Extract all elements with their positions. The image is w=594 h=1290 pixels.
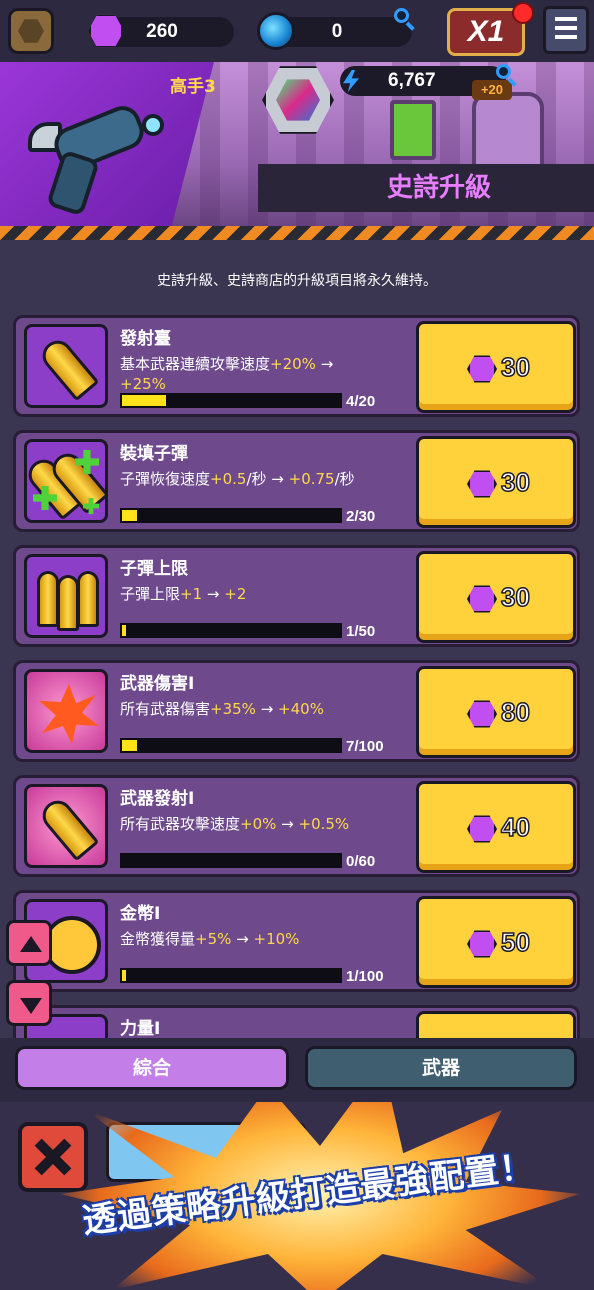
- tab-weapon[interactable]: 武器: [305, 1046, 577, 1090]
- upgrade-card: 力量I: [13, 1005, 580, 1040]
- gem-icon: [467, 470, 497, 498]
- top-bar: 260 0 X1: [0, 0, 594, 62]
- buy-upgrade-button[interactable]: 40: [416, 781, 576, 873]
- buy-upgrade-button[interactable]: 80: [416, 666, 576, 758]
- upgrade-name: 金幣I: [120, 904, 161, 924]
- upgrade-description: 基本武器連續攻擊速度+20% → +25%: [120, 355, 334, 393]
- category-tab-bar: 綜合 武器: [0, 1038, 594, 1102]
- upgrade-description: 金幣獲得量+5% → +10%: [120, 930, 300, 948]
- scroll-down-button[interactable]: [6, 980, 52, 1026]
- upgrade-progress-count: 4/20: [346, 393, 376, 410]
- upgrade-name: 武器發射I: [120, 789, 195, 809]
- tab-general[interactable]: 綜合: [15, 1046, 289, 1090]
- upgrade-progress-bar: [120, 393, 342, 408]
- upgrade-progress-bar: [120, 853, 342, 868]
- badge-icon: [18, 19, 44, 43]
- green-tank-decoration: [390, 100, 436, 160]
- gem-icon: [467, 930, 497, 958]
- upgrade-progress-count: 2/30: [346, 508, 376, 525]
- upgrade-description: 所有武器傷害+35% → +40%: [120, 700, 324, 718]
- profile-badge-button[interactable]: [8, 8, 54, 54]
- upgrade-card: 發射臺 基本武器連續攻擊速度+20% → +25% 4/20 30: [13, 315, 580, 417]
- upgrade-card: 金幣I 金幣獲得量+5% → +10% 1/100 50: [13, 890, 580, 992]
- damage-burst-icon: [24, 669, 108, 753]
- upgrade-name: 裝填子彈: [120, 444, 188, 464]
- arrow-down-icon: [20, 998, 42, 1014]
- gem-icon: [467, 815, 497, 843]
- reload-bullets-icon: [24, 439, 108, 523]
- upgrade-card: 武器發射I 所有武器攻擊速度+0% → +0.5% 0/60 40: [13, 775, 580, 877]
- upgrade-price: 30: [500, 466, 530, 498]
- upgrade-list[interactable]: 史詩升級、史詩商店的升級項目將永久維持。 發射臺 基本武器連續攻擊速度+20% …: [0, 240, 594, 1040]
- energy-value: 6,767: [388, 70, 436, 91]
- orb-info-search-icon[interactable]: [394, 8, 416, 31]
- upgrade-card: 子彈上限 子彈上限+1 → +2 1/50 30: [13, 545, 580, 647]
- gem-icon: [467, 355, 497, 383]
- upgrade-name: 武器傷害I: [120, 674, 195, 694]
- upgrade-progress-count: 7/100: [346, 738, 384, 755]
- scroll-up-button[interactable]: [6, 920, 52, 966]
- energy-info-search-icon[interactable]: [496, 64, 518, 87]
- upgrade-progress-bar: [120, 508, 342, 523]
- gem-icon: [467, 700, 497, 728]
- upgrade-progress-count: 0/60: [346, 853, 376, 870]
- upgrade-price: 50: [500, 926, 530, 958]
- upgrade-card: 裝填子彈 子彈恢復速度+0.5/秒 → +0.75/秒 2/30 30: [13, 430, 580, 532]
- upgrade-progress-bar: [120, 738, 342, 753]
- buy-upgrade-button[interactable]: 30: [416, 321, 576, 413]
- buy-upgrade-button[interactable]: 30: [416, 551, 576, 643]
- upgrade-price: 40: [500, 811, 530, 843]
- buy-upgrade-button[interactable]: 50: [416, 896, 576, 988]
- upgrade-progress-count: 1/100: [346, 968, 384, 985]
- upgrade-description: 子彈恢復速度+0.5/秒 → +0.75/秒: [120, 470, 355, 488]
- blue-orb-icon: [257, 12, 295, 50]
- upgrade-name: 發射臺: [120, 329, 171, 349]
- bullet-icon: [24, 324, 108, 408]
- notification-dot-icon: [512, 2, 534, 24]
- upgrade-progress-bar: [120, 623, 342, 638]
- buy-upgrade-button[interactable]: 30: [416, 436, 576, 528]
- upgrade-name: 子彈上限: [120, 559, 188, 579]
- blaster-gun-icon: [14, 100, 164, 228]
- gem-icon: [467, 585, 497, 613]
- hazard-stripe-divider: [0, 226, 594, 240]
- page-title: 史詩升級: [386, 173, 491, 203]
- hamburger-menu-button[interactable]: [543, 6, 589, 54]
- upgrade-description: 所有武器攻擊速度+0% → +0.5%: [120, 815, 350, 833]
- upgrade-name: 力量I: [120, 1019, 161, 1039]
- upgrade-price: 80: [500, 696, 530, 728]
- upgrade-progress-bar: [120, 968, 342, 983]
- promo-area: 透過策略升級打造最強配置！: [0, 1102, 594, 1290]
- upgrade-card: 武器傷害I 所有武器傷害+35% → +40% 7/100 80: [13, 660, 580, 762]
- upgrade-price: 30: [500, 581, 530, 613]
- upgrade-price: 30: [500, 351, 530, 383]
- close-button[interactable]: [18, 1122, 88, 1192]
- rank-label: 高手3: [170, 77, 216, 97]
- buy-upgrade-button[interactable]: [416, 1011, 576, 1040]
- permanence-notice: 史詩升級、史詩商店的升級項目將永久維持。: [157, 273, 437, 289]
- upgrade-description: 子彈上限+1 → +2: [120, 585, 247, 603]
- arrow-up-icon: [20, 936, 42, 952]
- ammo-capacity-icon: [24, 554, 108, 638]
- fire-rate-icon: [24, 784, 108, 868]
- upgrade-progress-count: 1/50: [346, 623, 376, 640]
